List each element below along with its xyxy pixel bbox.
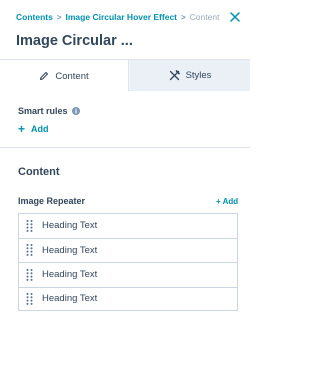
content-section: Content Image Repeater + Add Heading Tex… — [0, 148, 250, 370]
smart-rules-add-label: Add — [31, 124, 49, 134]
list-item-label: Heading Text — [42, 244, 98, 256]
tab-styles[interactable]: Styles — [130, 60, 250, 91]
repeater-list: Heading Text Heading Text Heading Text H… — [18, 213, 238, 311]
drag-handle-icon[interactable] — [25, 243, 34, 257]
plus-icon: + — [18, 122, 26, 136]
page-title: Image Circular ... — [16, 33, 133, 49]
list-item[interactable]: Heading Text — [18, 237, 238, 262]
tab-content[interactable]: Content — [0, 60, 129, 92]
breadcrumb: Contents > Image Circular Hover Effect >… — [16, 11, 226, 23]
list-item-label: Heading Text — [42, 269, 98, 281]
info-icon[interactable] — [71, 107, 80, 115]
tab-styles-label: Styles — [185, 70, 212, 81]
list-item-label: Heading Text — [42, 220, 98, 232]
smart-rules-add-button[interactable]: + Add — [18, 122, 49, 136]
drag-handle-icon[interactable] — [25, 292, 34, 306]
breadcrumb-separator: > — [181, 12, 186, 22]
content-heading: Content — [18, 166, 60, 178]
smart-rules-label: Smart rules — [18, 106, 80, 116]
breadcrumb-separator: > — [56, 12, 62, 22]
pencil-icon — [39, 71, 49, 81]
breadcrumb-module[interactable]: Image Circular Hover Effect — [66, 12, 177, 22]
close-icon — [230, 12, 240, 22]
brush-icon — [169, 70, 180, 81]
tab-bar: Content Styles — [0, 59, 250, 92]
drag-handle-icon[interactable] — [25, 219, 34, 233]
list-item[interactable]: Heading Text — [18, 286, 238, 311]
drag-handle-icon[interactable] — [25, 268, 34, 282]
image-repeater-label: Image Repeater — [18, 196, 86, 206]
list-item-label: Heading Text — [42, 293, 98, 305]
list-item[interactable]: Heading Text — [18, 213, 238, 238]
sidebar-panel: Contents > Image Circular Hover Effect >… — [0, 0, 250, 370]
smart-rules-section: Smart rules + Add — [0, 91, 250, 148]
breadcrumb-contents[interactable]: Contents — [16, 12, 53, 22]
panel-header: Contents > Image Circular Hover Effect >… — [0, 0, 250, 60]
tab-content-label: Content — [55, 70, 89, 82]
breadcrumb-current: Content — [189, 12, 220, 22]
close-button[interactable] — [228, 10, 242, 24]
repeater-add-button[interactable]: + Add — [216, 197, 238, 206]
smart-rules-text: Smart rules — [18, 106, 68, 116]
list-item[interactable]: Heading Text — [18, 262, 238, 287]
